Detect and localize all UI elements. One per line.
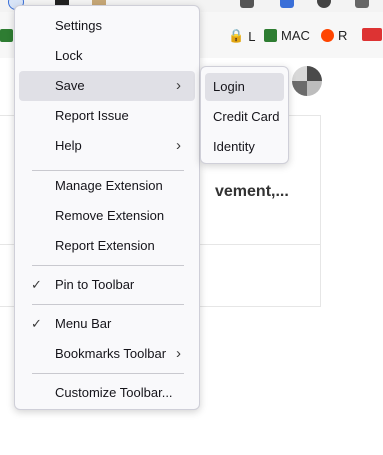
chevron-right-icon: ›	[176, 137, 181, 154]
menu-separator	[32, 265, 184, 266]
extension-context-menu: Settings Lock Save › Report Issue Help ›…	[14, 5, 200, 410]
translate-icon[interactable]	[280, 0, 294, 8]
reddit-icon	[321, 29, 334, 42]
play-icon	[0, 29, 13, 42]
bookmark-lock-l[interactable]: 🔒 L	[228, 28, 255, 44]
avatar[interactable]	[292, 66, 322, 96]
menu-item-bookmarks-toolbar[interactable]: Bookmarks Toolbar ›	[19, 339, 195, 369]
menu-item-pin-to-toolbar[interactable]: ✓ Pin to Toolbar	[19, 270, 195, 300]
menu-item-settings[interactable]: Settings	[19, 11, 195, 41]
bookmark-overflow[interactable]	[362, 28, 382, 41]
menu-item-menu-bar[interactable]: ✓ Menu Bar	[19, 309, 195, 339]
menu-item-help[interactable]: Help ›	[19, 131, 195, 161]
reader-icon[interactable]	[240, 0, 254, 8]
bookmark-reddit-r[interactable]: R	[321, 28, 347, 43]
menu-item-report-issue[interactable]: Report Issue	[19, 101, 195, 131]
checkmark-icon: ✓	[31, 277, 42, 292]
menu-item-report-extension[interactable]: Report Extension	[19, 231, 195, 261]
card-title[interactable]: vement,...	[215, 183, 289, 201]
menu-separator	[32, 373, 184, 374]
bookmark-favicon-icon	[362, 28, 382, 41]
submenu-item-credit-card[interactable]: Credit Card	[205, 103, 284, 131]
bookmark-mac[interactable]: MAC	[264, 28, 310, 43]
menu-item-remove-extension[interactable]: Remove Extension	[19, 201, 195, 231]
chevron-right-icon: ›	[176, 345, 181, 362]
save-submenu: Login Credit Card Identity	[200, 66, 289, 164]
profile-s-icon[interactable]	[317, 0, 331, 8]
submenu-item-login[interactable]: Login	[205, 73, 284, 101]
submenu-item-identity[interactable]: Identity	[205, 133, 284, 161]
share-icon[interactable]	[355, 0, 369, 8]
menu-item-lock[interactable]: Lock	[19, 41, 195, 71]
menu-item-save[interactable]: Save ›	[19, 71, 195, 101]
menu-item-manage-extension[interactable]: Manage Extension	[19, 171, 195, 201]
checkmark-icon: ✓	[31, 316, 42, 331]
chevron-right-icon: ›	[176, 77, 181, 94]
mac-favicon-icon	[264, 29, 277, 42]
lock-icon: 🔒	[228, 28, 245, 43]
menu-item-customize-toolbar[interactable]: Customize Toolbar...	[19, 378, 195, 408]
menu-separator	[32, 304, 184, 305]
